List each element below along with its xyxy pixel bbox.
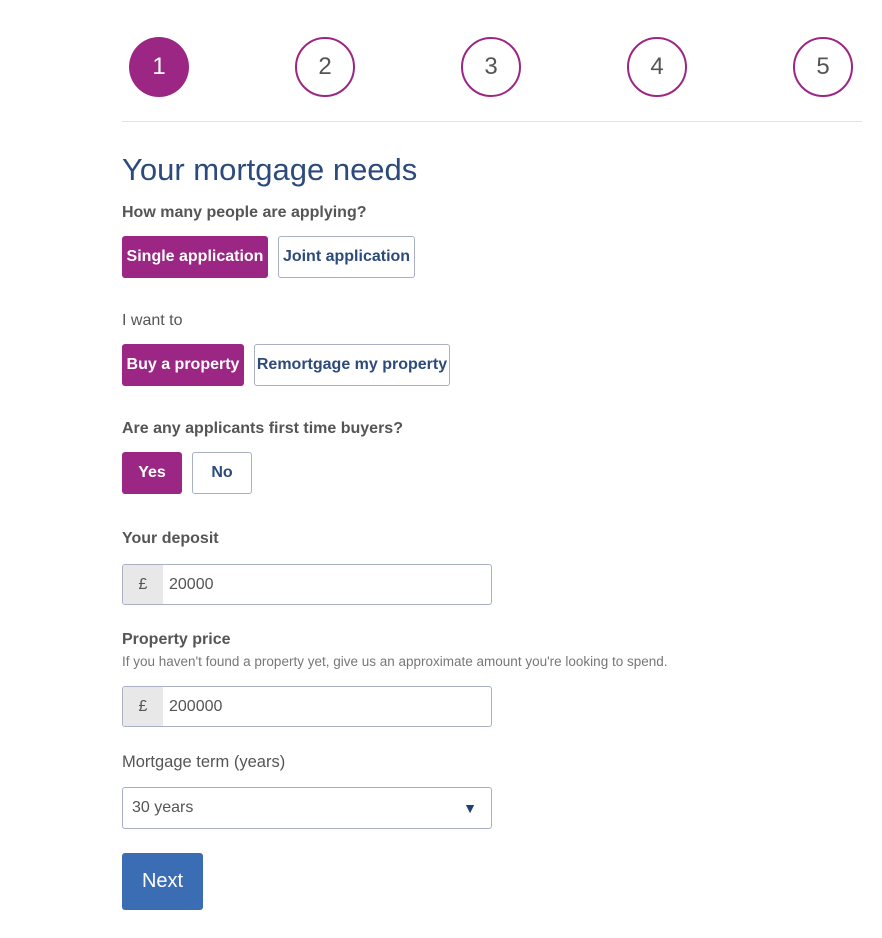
term-label: Mortgage term (years)	[122, 753, 286, 771]
step-5[interactable]: 5	[793, 37, 853, 97]
pound-prefix: £	[123, 687, 163, 726]
next-button[interactable]: Next	[122, 853, 203, 910]
divider	[122, 121, 862, 122]
term-value: 30 years	[132, 799, 194, 816]
deposit-label: Your deposit	[122, 530, 219, 547]
triangle-down-icon: ▼	[463, 800, 477, 816]
deposit-input[interactable]: £ 20000	[122, 564, 492, 605]
step-1[interactable]: 1	[129, 37, 189, 97]
price-input[interactable]: £ 200000	[122, 686, 492, 727]
step-4[interactable]: 4	[627, 37, 687, 97]
step-3[interactable]: 3	[461, 37, 521, 97]
intent-label: I want to	[122, 312, 183, 329]
step-2[interactable]: 2	[295, 37, 355, 97]
term-select[interactable]: 30 years ▼	[122, 787, 492, 829]
single-application-button[interactable]: Single application	[122, 236, 268, 278]
price-help: If you haven't found a property yet, giv…	[122, 654, 668, 669]
deposit-value[interactable]: 20000	[163, 565, 491, 604]
joint-application-button[interactable]: Joint application	[278, 236, 415, 278]
remortgage-button[interactable]: Remortgage my property	[254, 344, 450, 386]
page-title: Your mortgage needs	[122, 152, 418, 187]
price-label: Property price	[122, 631, 231, 648]
buy-property-button[interactable]: Buy a property	[122, 344, 244, 386]
price-value[interactable]: 200000	[163, 687, 491, 726]
pound-prefix: £	[123, 565, 163, 604]
applicants-label: How many people are applying?	[122, 204, 367, 221]
no-button[interactable]: No	[192, 452, 252, 494]
first-time-label: Are any applicants first time buyers?	[122, 420, 403, 437]
yes-button[interactable]: Yes	[122, 452, 182, 494]
